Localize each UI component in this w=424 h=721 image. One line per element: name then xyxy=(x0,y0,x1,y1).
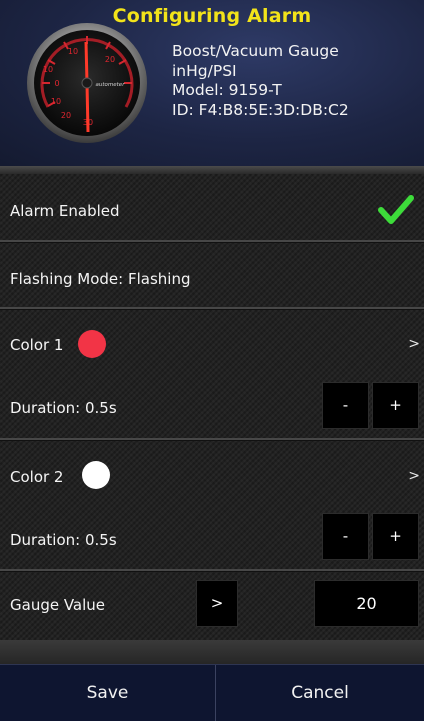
chevron-right-icon[interactable]: > xyxy=(408,336,420,352)
duration1-plus-button[interactable]: + xyxy=(372,382,419,429)
footer-band xyxy=(0,640,424,664)
duration1-row: Duration: 0.5s - + xyxy=(0,376,424,438)
duration2-label: Duration: 0.5s xyxy=(10,531,117,549)
gauge-tick-label: 10 xyxy=(51,97,61,106)
gauge-tick-label: 10 xyxy=(43,65,53,74)
flashing-mode-row[interactable]: Flashing Mode: Flashing xyxy=(0,243,424,307)
gauge-tick-label: 10 xyxy=(68,47,78,56)
gauge-value-field[interactable]: 20 xyxy=(314,580,419,627)
gauge-value-label: Gauge Value xyxy=(10,596,106,614)
gauge-tick-label: 0 xyxy=(54,79,59,88)
device-name: Boost/Vacuum Gauge xyxy=(172,42,339,60)
gauge-brand-logo: autometer xyxy=(96,82,126,88)
color1-swatch[interactable] xyxy=(78,330,106,358)
alarm-enabled-label: Alarm Enabled xyxy=(10,202,120,220)
device-header: Configuring Alarm 10 20 0 10 20 10 autom… xyxy=(0,0,424,166)
chevron-right-icon[interactable]: > xyxy=(408,468,420,484)
duration2-plus-button[interactable]: + xyxy=(372,513,419,560)
gauge-tick-label: 20 xyxy=(105,55,115,64)
duration2-row: Duration: 0.5s - + xyxy=(0,507,424,569)
save-button[interactable]: Save xyxy=(0,665,215,721)
device-id: ID: F4:B8:5E:3D:DB:C2 xyxy=(172,100,349,119)
gauge-value-row: Gauge Value > 20 xyxy=(0,572,424,640)
device-model: Model: 9159-T xyxy=(172,81,282,99)
alarm-config-screen: Configuring Alarm 10 20 0 10 20 10 autom… xyxy=(0,0,424,721)
flashing-mode-label: Flashing Mode: Flashing xyxy=(10,270,191,288)
footer-bar: Save Cancel xyxy=(0,664,424,721)
header-divider xyxy=(0,166,424,174)
gauge-value-toggle-button[interactable]: > xyxy=(196,580,238,627)
gauge-tick-label: 20 xyxy=(61,111,71,120)
duration1-label: Duration: 0.5s xyxy=(10,399,117,417)
device-info: Boost/Vacuum Gauge inHg/PSI Model: 9159-… xyxy=(172,42,349,120)
duration1-minus-button[interactable]: - xyxy=(322,382,369,429)
color2-label: Color 2 xyxy=(10,468,64,486)
checkmark-icon[interactable] xyxy=(378,194,414,226)
color2-swatch[interactable] xyxy=(82,461,110,489)
color1-label: Color 1 xyxy=(10,336,64,354)
device-units: inHg/PSI xyxy=(172,61,237,80)
alarm-enabled-row[interactable]: Alarm Enabled xyxy=(0,174,424,240)
color1-row[interactable]: Color 1 > xyxy=(0,310,424,376)
gauge-icon: 10 20 0 10 20 30 10 autometer xyxy=(27,23,147,143)
duration2-minus-button[interactable]: - xyxy=(322,513,369,560)
cancel-button[interactable]: Cancel xyxy=(216,665,424,721)
color2-row[interactable]: Color 2 > xyxy=(0,441,424,507)
